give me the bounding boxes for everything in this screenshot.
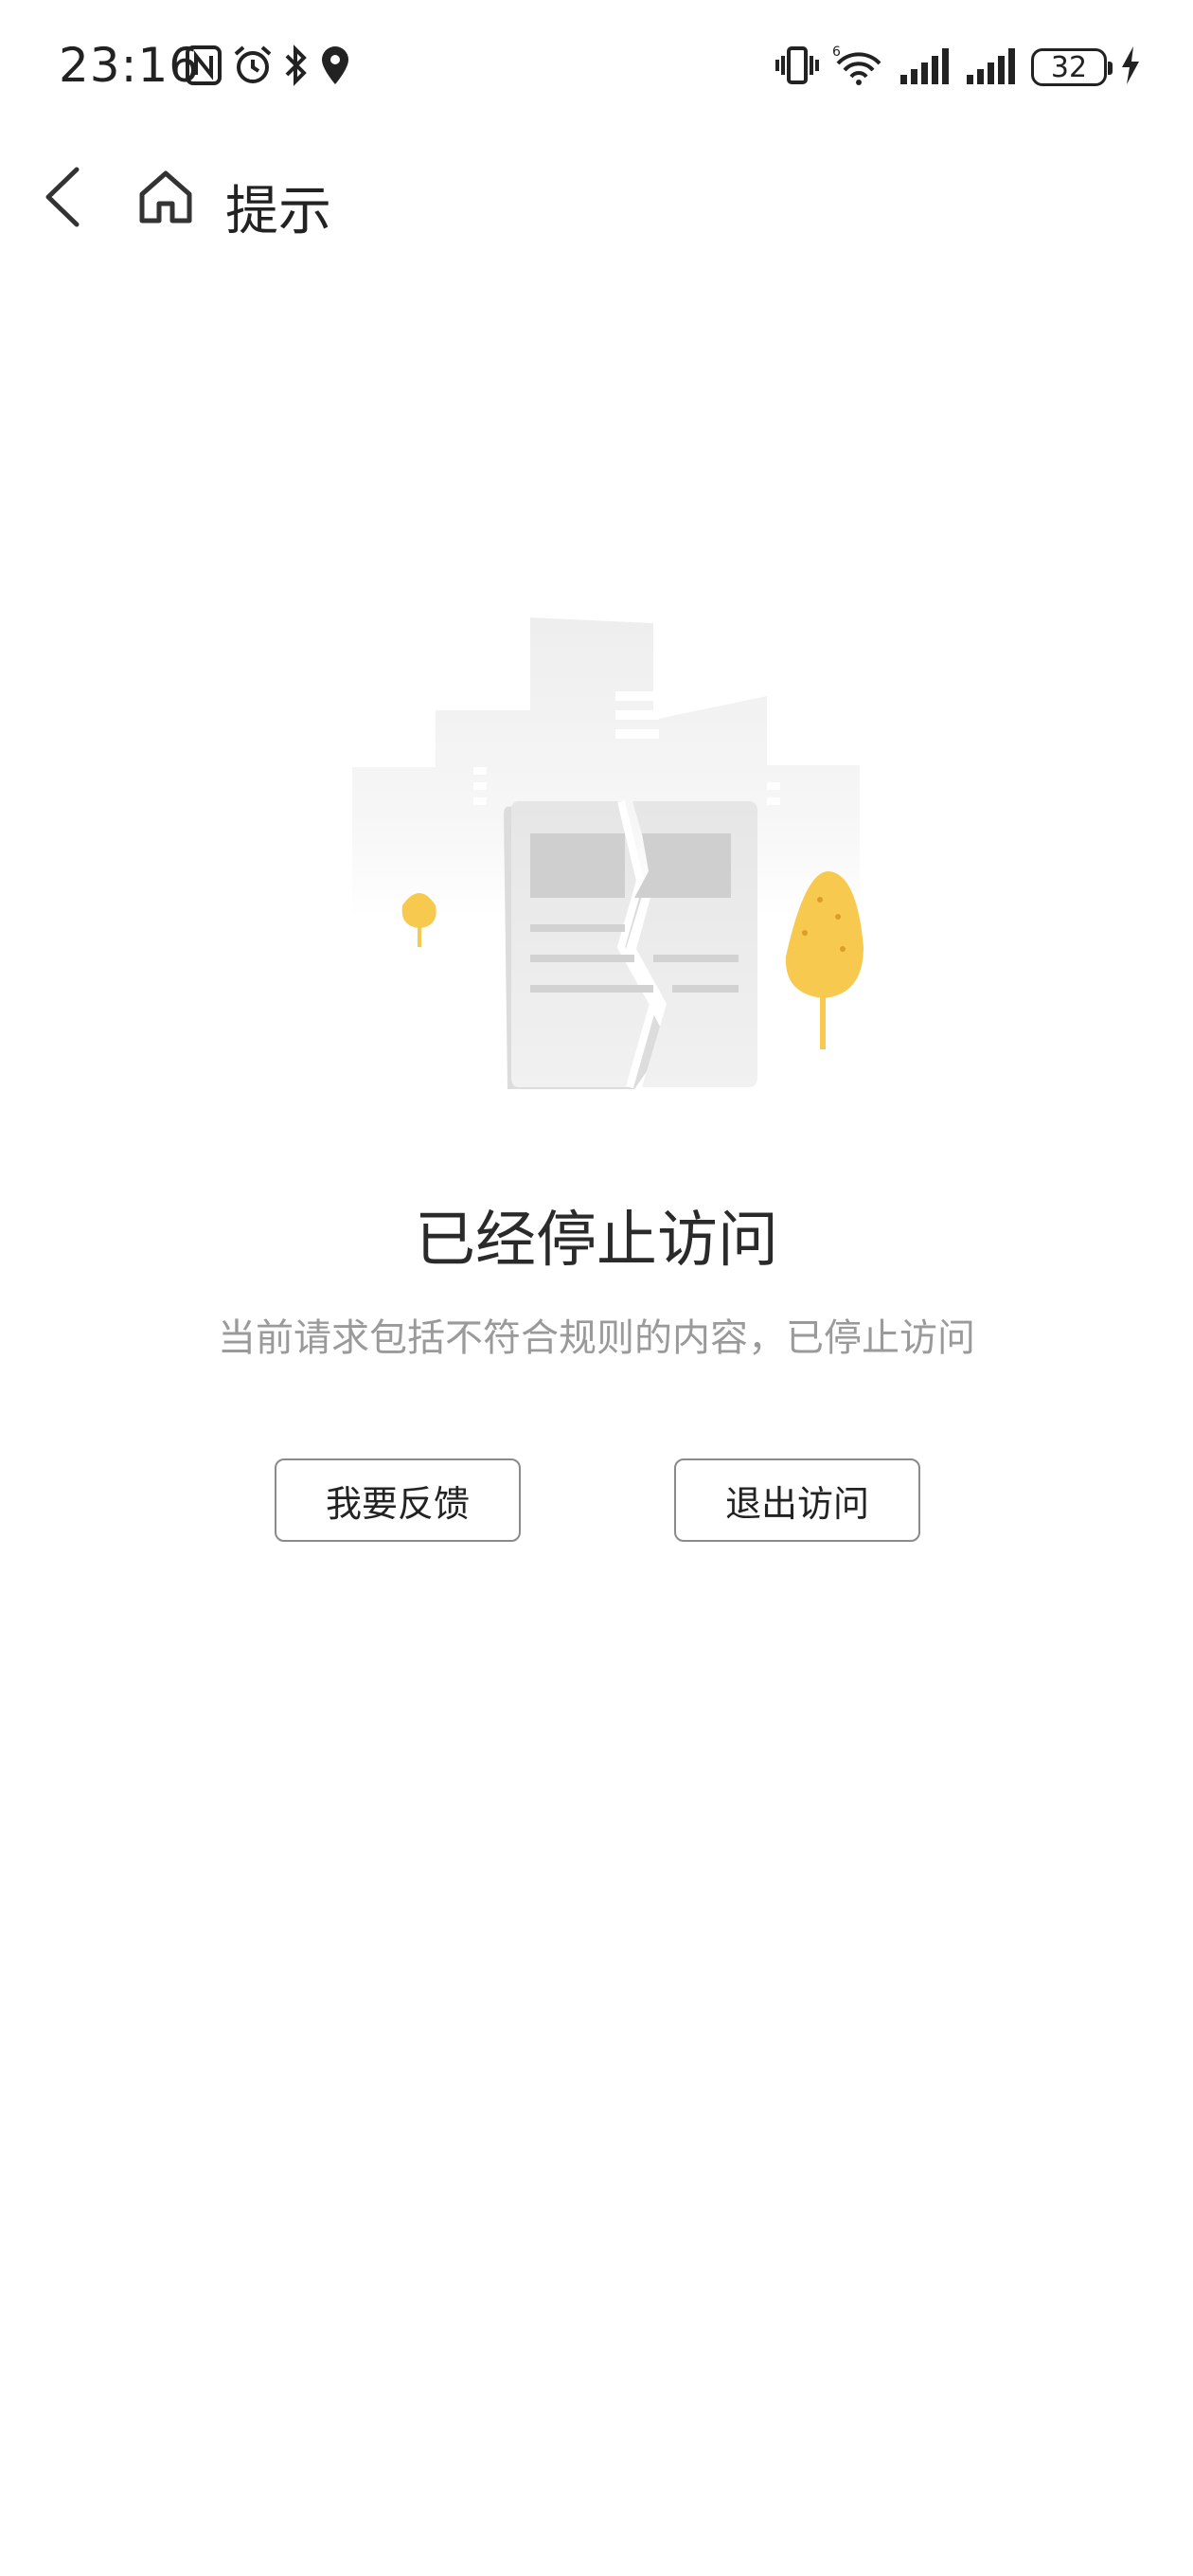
page-title: 提示 [225,181,331,242]
svg-text:6: 6 [832,45,841,60]
nav-bar: 提示 [0,142,1193,256]
page: 23:16 6 32 提示 已经停止访问 当前请求包括不符合规则的内容，已停止访… [0,0,1193,2576]
feedback-button[interactable]: 我要反馈 [275,1458,521,1542]
battery-icon: 32 [1031,48,1113,86]
error-description: 当前请求包括不符合规则的内容，已停止访问 [218,1316,975,1360]
status-right-icons: 6 32 [775,44,1141,91]
chevron-left-icon [41,164,82,234]
status-bar: 23:16 6 32 [0,0,1193,137]
nfc-icon [185,45,223,90]
battery-level: 32 [1050,50,1088,84]
charging-icon [1120,45,1141,90]
broken-document-illustration [341,597,871,1089]
home-icon [136,168,195,230]
error-title: 已经停止访问 [415,1206,778,1276]
alarm-icon [232,45,274,90]
wifi-6-icon: 6 [832,45,885,90]
signal-icon [899,45,952,90]
back-button[interactable] [28,161,95,237]
exit-button[interactable]: 退出访问 [674,1458,920,1542]
status-left-icons [185,44,351,91]
home-button[interactable] [128,161,204,237]
location-icon [319,45,351,90]
status-time: 23:16 [59,38,201,93]
bluetooth-icon [283,45,310,90]
signal-icon [965,45,1018,90]
vibrate-icon [775,45,819,90]
